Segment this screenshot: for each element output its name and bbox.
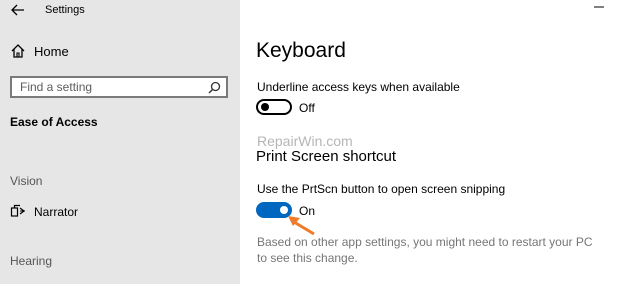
home-icon [10, 43, 26, 59]
search-input[interactable]: Find a setting [10, 76, 228, 98]
underline-access-keys-toggle[interactable] [256, 99, 292, 115]
sidebar: Settings Home Find a setting Ease of Acc… [0, 0, 240, 284]
page-title: Keyboard [256, 39, 346, 62]
sidebar-item-narrator[interactable]: Narrator [10, 202, 210, 222]
sidebar-group-vision: Vision [10, 174, 43, 188]
underline-access-keys-label: Underline access keys when available [257, 80, 460, 94]
sidebar-category-ease-of-access[interactable]: Ease of Access [10, 115, 98, 129]
search-icon[interactable] [208, 81, 221, 94]
watermark: RepairWin.com [257, 133, 353, 149]
search-placeholder: Find a setting [20, 80, 93, 94]
prtscn-label: Use the PrtScn button to open screen sni… [257, 182, 506, 196]
sidebar-item-home[interactable]: Home [10, 42, 210, 62]
minimize-icon[interactable] [592, 0, 606, 14]
sidebar-item-label: Narrator [34, 205, 79, 219]
toggle-knob [261, 103, 269, 111]
sidebar-item-label: Home [34, 44, 69, 59]
restart-note: Based on other app settings, you might n… [257, 235, 593, 265]
underline-toggle-state: Off [299, 101, 315, 115]
window-title: Settings [45, 4, 85, 16]
narrator-icon [10, 204, 26, 218]
print-screen-heading: Print Screen shortcut [256, 148, 397, 165]
sidebar-group-hearing: Hearing [10, 254, 53, 268]
back-arrow-icon[interactable] [8, 1, 28, 19]
